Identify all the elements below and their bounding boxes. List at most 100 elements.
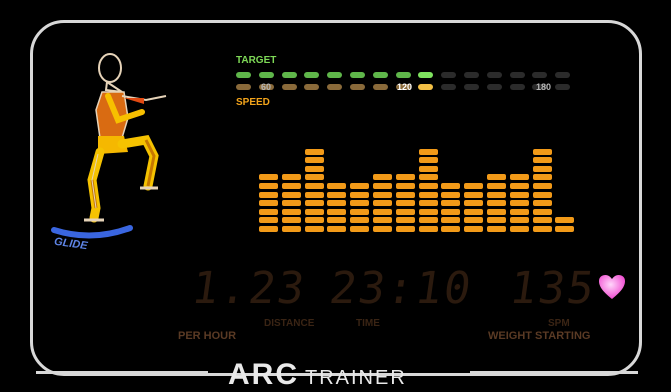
profile-bar-segment	[532, 174, 552, 181]
target-pill	[350, 72, 365, 78]
profile-bar-segment	[373, 191, 392, 198]
profile-bar-segment	[259, 217, 278, 224]
profile-bar-segment	[327, 226, 347, 232]
profile-bar-segment	[259, 226, 278, 232]
profile-bar-segment	[532, 200, 552, 207]
target-pill	[532, 72, 548, 78]
profile-bar-segment	[304, 200, 324, 207]
speed-pill	[418, 84, 434, 90]
profile-bar-segment	[259, 208, 278, 215]
profile-bar-segment	[418, 148, 438, 155]
target-pill	[372, 72, 388, 78]
profile-bar-segment	[259, 174, 278, 181]
profile-bar-segment	[532, 208, 552, 215]
profile-bar-segment	[350, 226, 370, 232]
profile-bar-segment	[441, 226, 461, 232]
speed-label: SPEED	[236, 97, 270, 108]
profile-bar-segment	[509, 208, 529, 215]
profile-bar-segment	[304, 183, 324, 189]
target-pill	[441, 72, 457, 78]
speed-pill	[441, 84, 457, 90]
profile-bar-segment	[304, 208, 324, 215]
weight-starting-label: WEIGHT STARTING	[488, 330, 591, 342]
profile-bar-segment	[418, 208, 438, 215]
profile-bar-segment	[487, 208, 506, 215]
profile-bar-segment	[281, 191, 301, 198]
distance-label: DISTANCE	[264, 318, 315, 329]
profile-bar-segment	[281, 208, 301, 215]
profile-bar-segment	[304, 226, 324, 232]
profile-bar-segment	[418, 183, 438, 189]
arc-trainer-console: GLIDE TARGET SPEED 60 120 180 1.23 23:10…	[0, 0, 671, 391]
speed-pill	[304, 84, 320, 90]
profile-bar-segment	[304, 157, 324, 164]
profile-bar-segment	[327, 208, 347, 215]
profile-bar-segment	[509, 191, 529, 198]
heart-icon	[599, 275, 625, 299]
target-pill	[395, 72, 411, 78]
target-label: TARGET	[236, 55, 277, 66]
speed-tick-180: 180	[536, 82, 552, 92]
profile-bar-segment	[373, 183, 392, 189]
profile-bar-segment	[418, 174, 438, 181]
speed-pill	[486, 84, 502, 90]
profile-bar-segment	[464, 226, 484, 232]
speed-pill	[372, 84, 388, 90]
profile-bar-segment	[418, 217, 438, 224]
profile-bar-segment	[327, 191, 347, 198]
profile-bar-segment	[259, 200, 278, 207]
speed-pill	[236, 84, 251, 90]
profile-bar-segment	[418, 165, 438, 172]
profile-bar-segment	[464, 200, 484, 207]
speed-tick-60: 60	[261, 82, 272, 92]
profile-bar-segment	[532, 157, 552, 164]
profile-bar-segment	[441, 208, 461, 215]
profile-bar-segment	[487, 200, 506, 207]
profile-bar-segment	[509, 200, 529, 207]
profile-bar-segment	[532, 165, 552, 172]
profile-bar-segment	[395, 183, 415, 189]
target-pill	[464, 72, 479, 78]
brand-rule-left	[36, 371, 208, 374]
brand-logo: ARC TRAINER	[228, 358, 407, 392]
brand-trainer: TRAINER	[305, 367, 407, 389]
profile-bar-segment	[509, 226, 529, 232]
profile-bar-segment	[532, 191, 552, 198]
profile-bar-segment	[555, 226, 575, 232]
profile-bar-segment	[418, 200, 438, 207]
profile-bar-segment	[395, 208, 415, 215]
profile-bar-segment	[395, 174, 415, 181]
profile-bar-segment	[464, 208, 484, 215]
profile-bar-segment	[395, 217, 415, 224]
profile-bar-segment	[304, 191, 324, 198]
target-pill	[304, 72, 320, 78]
profile-bar-segment	[418, 191, 438, 198]
profile-bar-segment	[509, 183, 529, 189]
profile-bar-segment	[304, 165, 324, 172]
profile-bar-segment	[350, 208, 370, 215]
speed-readout: 1.23	[188, 263, 310, 314]
target-pill	[236, 72, 251, 78]
profile-bar-segment	[395, 191, 415, 198]
profile-bar-segment	[350, 200, 370, 207]
profile-bar-segment	[464, 183, 484, 189]
brand-rule-right	[470, 371, 638, 374]
per-hour-label: PER HOUR	[178, 330, 237, 342]
profile-bar-segment	[441, 217, 461, 224]
profile-bar-segment	[304, 174, 324, 181]
spm-label: SPM	[548, 318, 570, 329]
profile-bar-segment	[327, 183, 347, 189]
speed-pill	[464, 84, 479, 90]
profile-bar-segment	[441, 200, 461, 207]
profile-bar-segment	[487, 174, 506, 181]
speed-pill	[281, 84, 297, 90]
profile-bar-segment	[304, 148, 324, 155]
speed-tick-120: 120	[397, 82, 413, 92]
profile-bar-segment	[281, 174, 301, 181]
profile-bar-segment	[327, 217, 347, 224]
spm-readout: 135	[506, 263, 600, 314]
profile-bar-segment	[532, 226, 552, 232]
profile-bar-segment	[509, 174, 529, 181]
profile-bar-segment	[281, 200, 301, 207]
profile-bar-segment	[418, 226, 438, 232]
